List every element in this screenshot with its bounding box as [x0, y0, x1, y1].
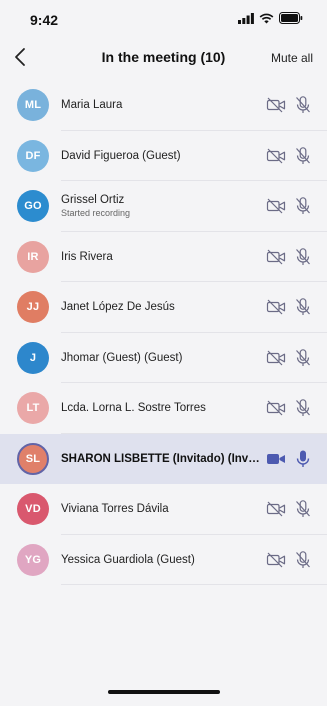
participant-info: Iris Rivera	[61, 232, 261, 283]
battery-icon	[279, 12, 303, 24]
participant-name: Iris Rivera	[61, 250, 113, 263]
participant-row[interactable]: ML Maria Laura	[0, 80, 327, 131]
microphone-muted-icon	[294, 95, 312, 115]
video-off-icon	[266, 298, 286, 316]
mute-all-button[interactable]: Mute all	[271, 51, 313, 65]
video-off-icon	[266, 551, 286, 569]
signal-icon	[238, 12, 254, 24]
participant-row[interactable]: VD Viviana Torres Dávila	[0, 484, 327, 535]
video-off-icon	[266, 197, 286, 215]
avatar: GO	[17, 190, 49, 222]
participant-name: Maria Laura	[61, 99, 123, 112]
avatar: J	[17, 341, 49, 374]
microphone-muted-icon	[294, 297, 312, 317]
avatar: DF	[17, 139, 49, 172]
video-off-icon	[266, 349, 286, 367]
participant-row[interactable]: SL SHARON LISBETTE (Invitado) (Invitado)	[0, 433, 327, 485]
microphone-muted-icon	[294, 398, 312, 418]
status-icons	[238, 12, 303, 24]
avatar: IR	[17, 240, 49, 273]
participant-info: Viviana Torres Dávila	[61, 484, 261, 535]
participant-list: ML Maria Laura DF David Figueroa (Guest) GO G…	[0, 80, 327, 585]
participant-info: David Figueroa (Guest)	[61, 131, 261, 182]
row-divider	[61, 584, 327, 585]
microphone-muted-icon	[294, 550, 312, 570]
microphone-icon	[294, 449, 312, 469]
video-off-icon	[266, 147, 286, 165]
participant-info: Maria Laura	[61, 80, 261, 131]
video-off-icon	[266, 96, 286, 114]
participant-row[interactable]: J Jhomar (Guest) (Guest)	[0, 333, 327, 384]
participant-row[interactable]: LT Lcda. Lorna L. Sostre Torres	[0, 383, 327, 434]
microphone-muted-icon	[294, 247, 312, 267]
participant-name: Janet López De Jesús	[61, 301, 175, 314]
avatar: LT	[17, 392, 49, 424]
video-off-icon	[266, 248, 286, 266]
home-indicator[interactable]	[108, 690, 220, 694]
participant-info: Jhomar (Guest) (Guest)	[61, 333, 261, 384]
wifi-icon	[259, 13, 274, 23]
participant-info: Janet López De Jesús	[61, 282, 261, 333]
avatar: VD	[17, 493, 49, 525]
participant-name: Jhomar (Guest) (Guest)	[61, 351, 183, 364]
avatar: ML	[17, 89, 49, 121]
video-camera-icon	[266, 450, 286, 468]
header: In the meeting (10) Mute all	[0, 36, 327, 80]
participant-row[interactable]: IR Iris Rivera	[0, 232, 327, 283]
participant-name: SHARON LISBETTE (Invitado) (Invitado)	[61, 452, 261, 465]
participant-name: David Figueroa (Guest)	[61, 149, 181, 162]
participant-row[interactable]: JJ Janet López De Jesús	[0, 282, 327, 333]
microphone-muted-icon	[294, 146, 312, 166]
participant-info: Yessica Guardiola (Guest)	[61, 535, 261, 586]
participant-row[interactable]: YG Yessica Guardiola (Guest)	[0, 535, 327, 586]
video-off-icon	[266, 500, 286, 518]
participant-name: Grissel Ortiz	[61, 194, 125, 207]
microphone-muted-icon	[294, 348, 312, 368]
microphone-muted-icon	[294, 499, 312, 519]
participant-name: Viviana Torres Dávila	[61, 503, 169, 516]
participant-status: Started recording	[61, 208, 131, 219]
avatar: SL	[17, 442, 49, 475]
participant-name: Yessica Guardiola (Guest)	[61, 553, 195, 566]
participant-info: Grissel Ortiz Started recording	[61, 181, 261, 232]
microphone-muted-icon	[294, 196, 312, 216]
participant-info: Lcda. Lorna L. Sostre Torres	[61, 383, 261, 434]
participant-name: Lcda. Lorna L. Sostre Torres	[61, 402, 206, 415]
participant-info: SHARON LISBETTE (Invitado) (Invitado)	[61, 434, 261, 485]
avatar: JJ	[17, 291, 49, 323]
status-bar: 9:42	[0, 0, 327, 36]
status-time: 9:42	[30, 12, 59, 28]
avatar: YG	[17, 543, 49, 576]
participant-row[interactable]: GO Grissel Ortiz Started recording	[0, 181, 327, 232]
participant-row[interactable]: DF David Figueroa (Guest)	[0, 131, 327, 182]
video-off-icon	[266, 399, 286, 417]
